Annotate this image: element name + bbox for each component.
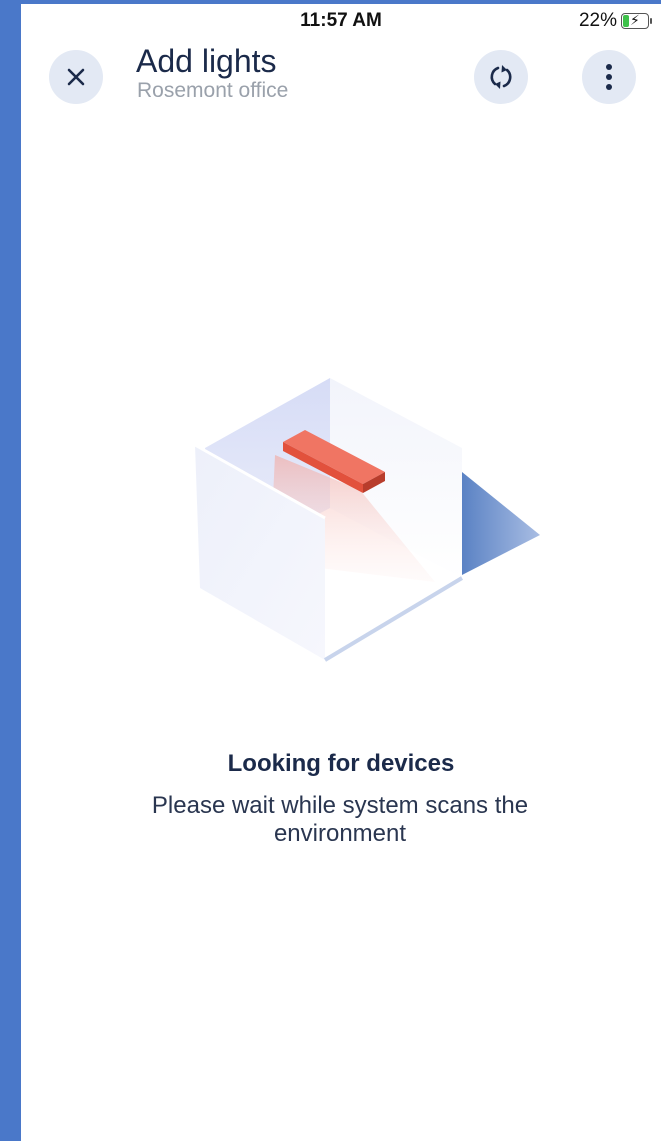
battery-charging-icon: ⚡ xyxy=(621,12,652,29)
left-border xyxy=(0,0,21,1141)
battery-indicator: 22% ⚡ xyxy=(578,10,652,32)
page-title: Add lights xyxy=(136,43,277,79)
page-subtitle: Rosemont office xyxy=(137,79,289,102)
room-scan-illustration xyxy=(194,378,540,662)
header: Add lights Rosemont office xyxy=(21,40,661,120)
status-title: Looking for devices xyxy=(227,750,455,777)
status-bar: 11:57 AM 22% ⚡ xyxy=(21,4,661,40)
sync-button[interactable] xyxy=(474,50,528,104)
close-button[interactable] xyxy=(49,50,103,104)
more-vertical-icon xyxy=(606,64,612,90)
battery-percent: 22% xyxy=(578,10,617,31)
status-time: 11:57 AM xyxy=(300,10,382,31)
more-options-button[interactable] xyxy=(582,50,636,104)
status-description: Please wait while system scans the envir… xyxy=(151,792,529,847)
sync-icon xyxy=(490,65,512,89)
close-icon xyxy=(67,68,85,86)
